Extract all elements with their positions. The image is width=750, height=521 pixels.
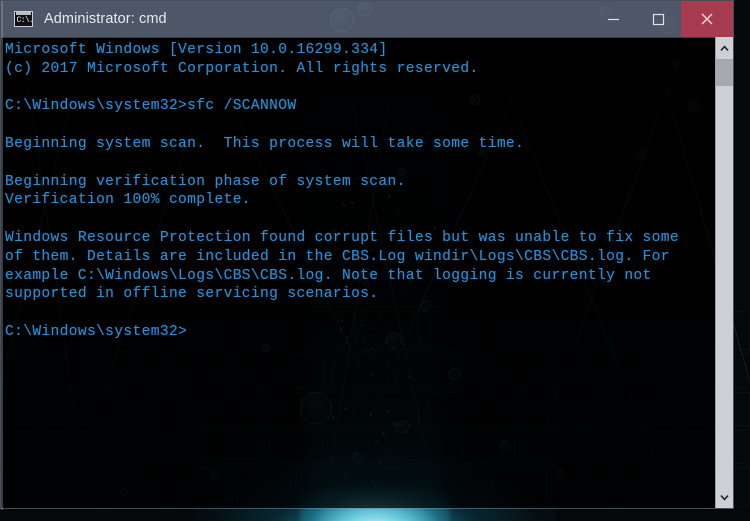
chevron-down-icon xyxy=(720,494,729,501)
terminal-output-text: Microsoft Windows [Version 10.0.16299.33… xyxy=(5,41,715,342)
cmd-icon-glyph: C:\. xyxy=(17,16,34,25)
titlebar-left: C:\. Administrator: cmd xyxy=(1,11,591,27)
scroll-up-button[interactable] xyxy=(716,37,733,59)
scrollbar-track[interactable] xyxy=(716,86,733,486)
vertical-scrollbar[interactable] xyxy=(715,37,733,508)
chevron-up-icon xyxy=(720,45,729,52)
window-title: Administrator: cmd xyxy=(44,11,167,27)
terminal-area: Microsoft Windows [Version 10.0.16299.33… xyxy=(1,37,733,508)
close-button[interactable] xyxy=(681,1,733,37)
window-titlebar[interactable]: C:\. Administrator: cmd xyxy=(1,1,733,38)
terminal-output-pane[interactable]: Microsoft Windows [Version 10.0.16299.33… xyxy=(1,37,715,508)
maximize-button[interactable] xyxy=(636,1,681,37)
cmd-window: C:\. Administrator: cmd Microsoft Window… xyxy=(0,0,734,509)
cmd-console-icon[interactable]: C:\. xyxy=(14,11,33,27)
scroll-down-button[interactable] xyxy=(716,486,733,508)
scrollbar-thumb[interactable] xyxy=(716,59,733,86)
minimize-button[interactable] xyxy=(591,1,636,37)
